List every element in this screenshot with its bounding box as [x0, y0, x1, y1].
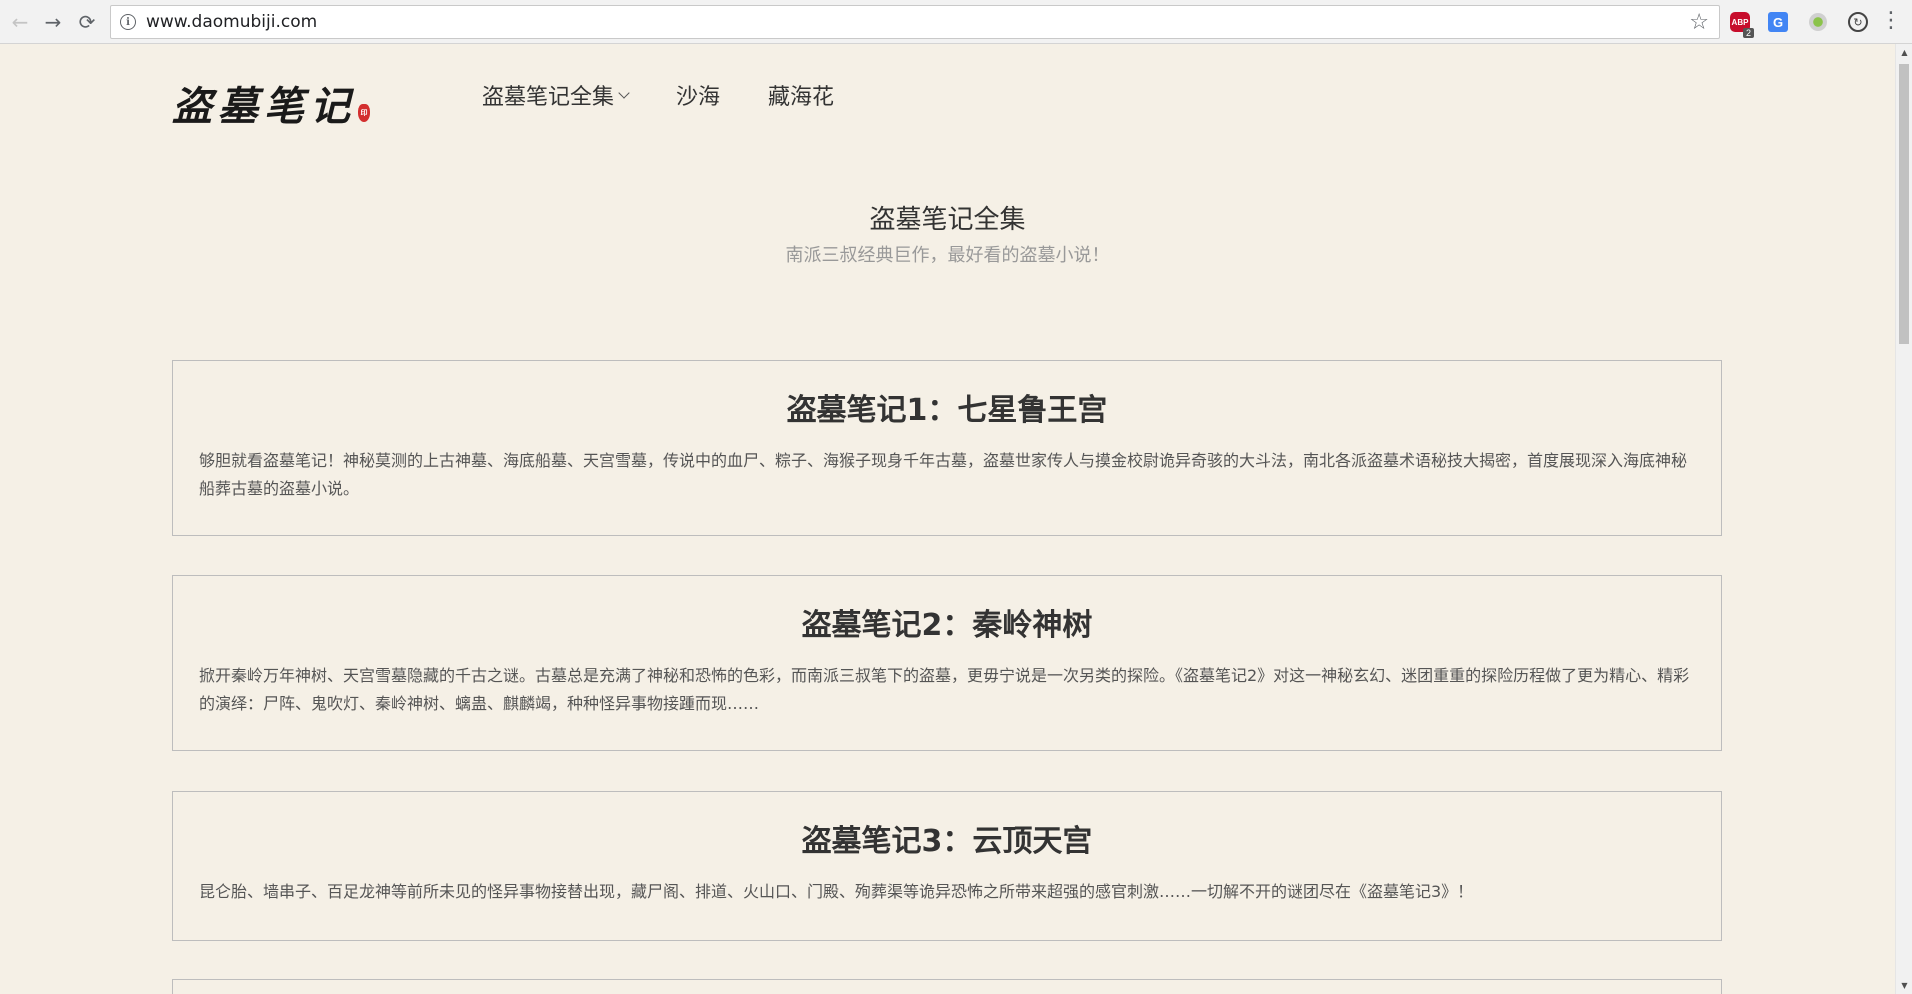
- chevron-down-icon: [618, 87, 630, 99]
- site-header: 盗墓笔记 印: [172, 73, 370, 133]
- translate-extension-button[interactable]: G: [1766, 10, 1790, 34]
- translate-label: G: [1772, 14, 1784, 30]
- bookmark-star-icon[interactable]: ☆: [1689, 10, 1709, 35]
- green-dot-icon: [1809, 13, 1827, 31]
- site-info-icon[interactable]: i: [120, 14, 136, 30]
- book-description: 掀开秦岭万年神树、天宫雪墓隐藏的千古之谜。古墓总是充满了神秘和恐怖的色彩，而南派…: [199, 666, 1690, 713]
- adblock-label: ABP: [1731, 17, 1749, 27]
- scrollbar-thumb[interactable]: [1899, 64, 1909, 344]
- address-bar[interactable]: i www.daomubiji.com ☆: [110, 5, 1720, 39]
- browser-toolbar: ← → ⟳ i www.daomubiji.com ☆ ABP 2 G ↻ ⋮: [0, 0, 1912, 44]
- sync-extension-button[interactable]: ↻: [1846, 10, 1870, 34]
- main-nav: 盗墓笔记全集 沙海 藏海花: [482, 79, 882, 111]
- page-content: 盗墓笔记 印 盗墓笔记全集 沙海 藏海花 盗墓笔记全集 南派三叔经典巨作，最好看…: [0, 45, 1895, 994]
- adblock-count-badge: 2: [1742, 28, 1754, 38]
- forward-button[interactable]: →: [40, 9, 66, 35]
- back-button[interactable]: ←: [7, 9, 33, 35]
- book-card-1[interactable]: 盗墓笔记1：七星鲁王宫 够胆就看盗墓笔记！神秘莫测的上古神墓、海底船墓、天宫雪墓…: [172, 360, 1722, 536]
- nav-item-label: 沙海: [676, 85, 721, 110]
- book-card-3[interactable]: 盗墓笔记3：云顶天宫 昆仑胎、墙串子、百足龙神等前所未见的怪异事物接替出现，藏尸…: [172, 791, 1722, 941]
- site-info-glyph: i: [126, 16, 130, 28]
- adblock-extension-button[interactable]: ABP 2: [1728, 10, 1754, 38]
- back-arrow-icon: ←: [11, 10, 29, 34]
- scroll-down-arrow-icon[interactable]: ▼: [1896, 977, 1912, 994]
- logo-text: 盗墓笔记: [172, 83, 356, 130]
- book-description: 昆仑胎、墙串子、百足龙神等前所未见的怪异事物接替出现，藏尸阁、排道、火山口、门殿…: [199, 882, 1474, 901]
- nav-item-shahai[interactable]: 沙海: [676, 79, 720, 111]
- status-extension-button[interactable]: [1806, 10, 1830, 34]
- page-scrollbar[interactable]: ▲ ▼: [1895, 44, 1912, 994]
- book-title[interactable]: 盗墓笔记1：七星鲁王宫: [173, 385, 1721, 429]
- reload-button[interactable]: ⟳: [74, 9, 100, 35]
- book-title[interactable]: 盗墓笔记2：秦岭神树: [173, 600, 1721, 644]
- nav-item-complete-collection[interactable]: 盗墓笔记全集: [482, 79, 630, 111]
- page-title: 盗墓笔记全集: [869, 205, 1026, 235]
- book-card-4-partial[interactable]: [172, 979, 1722, 994]
- book-card-2[interactable]: 盗墓笔记2：秦岭神树 掀开秦岭万年神树、天宫雪墓隐藏的千古之谜。古墓总是充满了神…: [172, 575, 1722, 751]
- nav-item-label: 藏海花: [768, 85, 835, 110]
- page-subtitle: 南派三叔经典巨作，最好看的盗墓小说！: [785, 245, 1110, 266]
- book-description: 够胆就看盗墓笔记！神秘莫测的上古神墓、海底船墓、天宫雪墓，传说中的血尸、粽子、海…: [199, 451, 1688, 498]
- url-text[interactable]: www.daomubiji.com: [146, 12, 317, 32]
- sync-glyph: ↻: [1853, 15, 1863, 29]
- translate-icon: G: [1768, 12, 1788, 32]
- logo-seal-icon: 印: [358, 104, 370, 122]
- nav-item-canghaihua[interactable]: 藏海花: [768, 79, 834, 111]
- sync-icon: ↻: [1848, 12, 1868, 32]
- scroll-up-arrow-icon[interactable]: ▲: [1896, 44, 1912, 61]
- reload-icon: ⟳: [78, 10, 96, 34]
- site-logo[interactable]: 盗墓笔记 印: [172, 74, 370, 132]
- forward-arrow-icon: →: [44, 10, 62, 34]
- nav-item-label: 盗墓笔记全集: [482, 85, 615, 110]
- browser-menu-icon[interactable]: ⋮: [1880, 8, 1902, 33]
- book-title[interactable]: 盗墓笔记3：云顶天宫: [173, 816, 1721, 860]
